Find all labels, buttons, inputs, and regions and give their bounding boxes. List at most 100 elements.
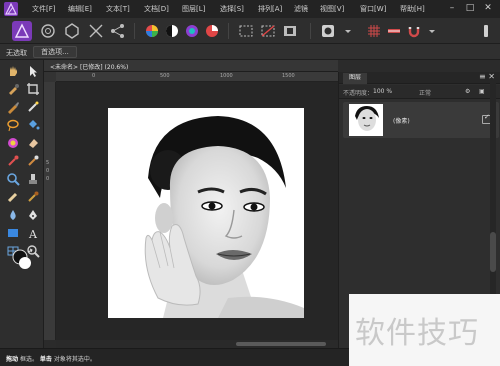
- pen-tool-icon[interactable]: [26, 208, 40, 222]
- lock-icon[interactable]: ▣: [479, 88, 485, 95]
- dodge-tool-icon[interactable]: [6, 154, 20, 168]
- maximize-icon[interactable]: □: [464, 3, 476, 13]
- panel-menu-icon[interactable]: ≡ ✕: [479, 72, 495, 81]
- zoom-tool-icon[interactable]: [6, 172, 20, 186]
- color-swatches-icon[interactable]: [10, 246, 36, 272]
- photo-persona-icon[interactable]: [12, 21, 32, 41]
- dropdown-arrow-icon[interactable]: [424, 23, 440, 39]
- status-click-key: 单击: [39, 356, 52, 363]
- watermark-text: 软件技巧: [355, 316, 479, 351]
- menu-text[interactable]: 文本[T]: [106, 4, 130, 14]
- layer-item[interactable]: (像素): [343, 102, 499, 138]
- settings-gear-icon[interactable]: ⚙: [465, 88, 470, 95]
- preferences-button[interactable]: 首选项...: [33, 46, 77, 58]
- layer-name: (像素): [393, 118, 410, 125]
- horizontal-scrollbar[interactable]: [56, 340, 338, 348]
- toolbar-divider: [228, 23, 229, 39]
- fill-tool-icon[interactable]: [26, 118, 40, 132]
- blend-mode-select[interactable]: 正常: [419, 88, 431, 97]
- share-icon[interactable]: [108, 21, 128, 41]
- document-title: <未命名> [已修改] (20.6%): [50, 64, 129, 71]
- minimize-icon[interactable]: –: [446, 3, 458, 13]
- rectangle-tool-icon[interactable]: [6, 226, 20, 240]
- ruler-tick-label: 0: [46, 168, 50, 174]
- scrollbar-thumb[interactable]: [490, 232, 496, 272]
- status-drag-text: 框选。: [19, 356, 38, 363]
- panel-tabs: 图层 ≡ ✕: [339, 72, 500, 84]
- vertical-ruler: 5 0 0: [44, 82, 56, 340]
- invert-selection-icon[interactable]: [282, 23, 298, 39]
- dropdown-arrow-icon[interactable]: [340, 23, 356, 39]
- toolbar-divider: [310, 23, 311, 39]
- burn-tool-icon[interactable]: [26, 190, 40, 204]
- brush-tool-icon[interactable]: [6, 100, 20, 114]
- status-drag-key: 拖动: [6, 356, 19, 363]
- menu-bar: 文件[F] 编辑[E] 文本[T] 文档[D] 图层[L] 选择[S] 排列[A…: [0, 0, 500, 18]
- assistant-icon[interactable]: [478, 23, 494, 39]
- ruler-tick-label: 0: [92, 73, 96, 79]
- ruler-tick-label: 1000: [220, 73, 233, 79]
- main-toolbar: [0, 18, 500, 44]
- color-wheel-icon[interactable]: [144, 23, 160, 39]
- tools-panel: A: [0, 60, 44, 348]
- crop-tool-icon[interactable]: [26, 82, 40, 96]
- text-tool-icon[interactable]: A: [26, 226, 40, 240]
- opacity-value[interactable]: 100 %: [373, 88, 392, 95]
- menu-edit[interactable]: 编辑[E]: [68, 4, 92, 14]
- hand-tool-icon[interactable]: [6, 64, 20, 78]
- magnet-icon[interactable]: [406, 23, 422, 39]
- status-click-text: 对象将其选中。: [53, 356, 96, 363]
- svg-text:A: A: [28, 228, 38, 240]
- horizontal-ruler: 0 500 1000 1500: [56, 72, 338, 82]
- opacity-label: 不透明度：: [343, 90, 374, 97]
- liquify-persona-icon[interactable]: [38, 21, 58, 41]
- clone-tool-icon[interactable]: [26, 172, 40, 186]
- color-balance-icon[interactable]: [184, 23, 200, 39]
- ruler-tick-label: 5: [46, 160, 50, 166]
- document-tab[interactable]: <未命名> [已修改] (20.6%): [44, 60, 338, 72]
- selection-brush-tool-icon[interactable]: [26, 100, 40, 114]
- ruler-tick-label: 1500: [282, 73, 295, 79]
- menu-file[interactable]: 文件[F]: [32, 4, 56, 14]
- develop-persona-icon[interactable]: [62, 21, 82, 41]
- contrast-icon[interactable]: [164, 23, 180, 39]
- layer-thumbnail: [349, 104, 383, 136]
- menu-select[interactable]: 选择[S]: [220, 4, 244, 14]
- tab-layers[interactable]: 图层: [343, 73, 367, 84]
- portrait-photo[interactable]: [108, 108, 304, 318]
- status-hint: 拖动 框选。 单击 对象将其选中。: [6, 354, 96, 363]
- affinity-logo-icon[interactable]: [4, 2, 18, 16]
- menu-view[interactable]: 视图[V]: [320, 4, 344, 14]
- menu-arrange[interactable]: 排列[A]: [258, 4, 282, 14]
- color-picker-tool-icon[interactable]: [6, 82, 20, 96]
- deselect-icon[interactable]: [260, 23, 276, 39]
- snapping-icon[interactable]: [386, 23, 402, 39]
- lasso-tool-icon[interactable]: [6, 118, 20, 132]
- menu-document[interactable]: 文档[D]: [144, 4, 169, 14]
- color-replace-tool-icon[interactable]: [6, 136, 20, 150]
- menu-window[interactable]: 窗口[W]: [360, 4, 386, 14]
- menu-layer[interactable]: 图层[L]: [182, 4, 205, 14]
- close-icon[interactable]: ✕: [482, 3, 494, 13]
- blur-tool-icon[interactable]: [6, 208, 20, 222]
- marquee-selection-icon[interactable]: [238, 23, 254, 39]
- tone-mapping-persona-icon[interactable]: [86, 21, 106, 41]
- toolbar-divider: [134, 23, 135, 39]
- move-tool-icon[interactable]: [26, 64, 40, 78]
- quick-mask-icon[interactable]: [320, 23, 336, 39]
- watermark: 软件技巧: [349, 294, 500, 366]
- eraser-tool-icon[interactable]: [26, 136, 40, 150]
- menu-help[interactable]: 帮助[H]: [400, 4, 425, 14]
- healing-tool-icon[interactable]: [6, 190, 20, 204]
- context-toolbar: 无选取 首选项...: [0, 44, 500, 60]
- grid-icon[interactable]: [366, 23, 382, 39]
- menu-filters[interactable]: 滤镜: [294, 4, 308, 14]
- white-balance-icon[interactable]: [204, 23, 220, 39]
- ruler-tick-label: 500: [160, 73, 170, 79]
- ruler-corner: [44, 72, 56, 82]
- selection-status: 无选取: [6, 49, 27, 57]
- smudge-tool-icon[interactable]: [26, 154, 40, 168]
- ruler-tick-label: 0: [46, 176, 50, 182]
- scrollbar-thumb[interactable]: [236, 342, 326, 346]
- layer-controls: 不透明度： 100 % 正常 ⚙ ▣: [339, 85, 500, 99]
